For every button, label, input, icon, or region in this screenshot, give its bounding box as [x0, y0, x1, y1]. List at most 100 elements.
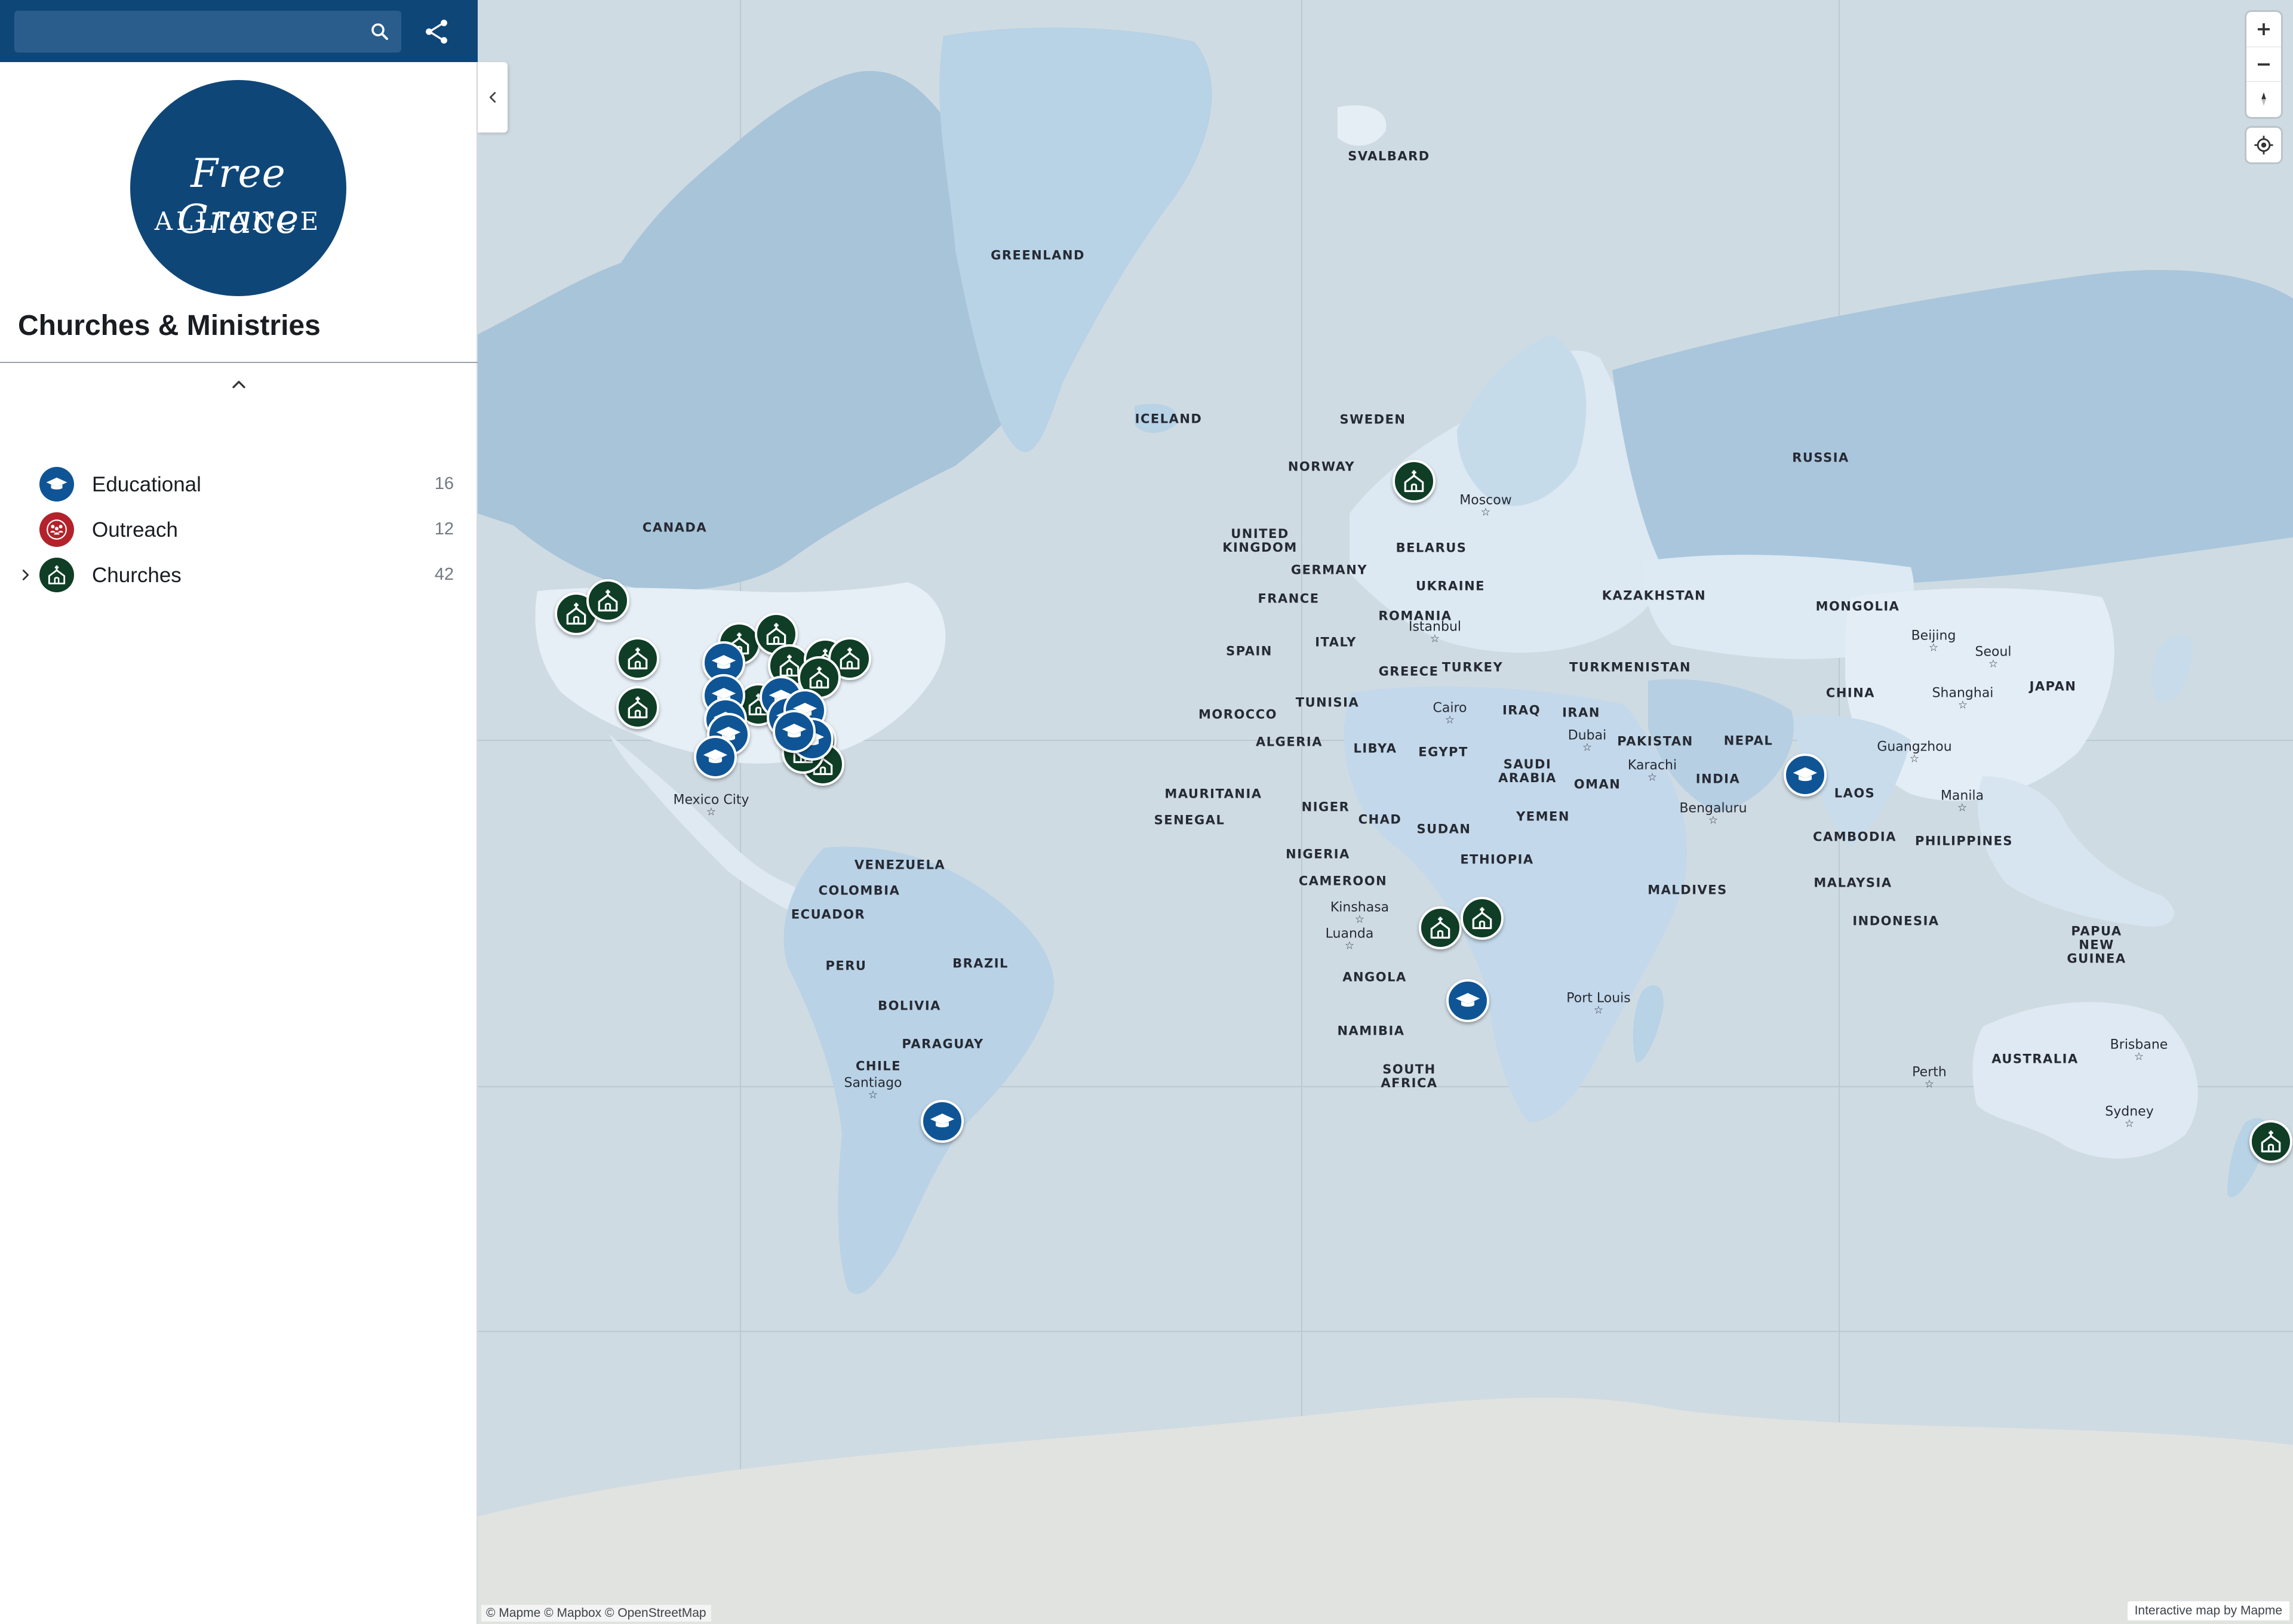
sidebar-panel: Free Grace ALLIANCE Churches & Ministrie… [0, 62, 478, 1624]
church-marker[interactable] [1393, 460, 1436, 503]
city-label: Karachi ☆ [1628, 758, 1677, 783]
country-label: MOROCCO [1198, 707, 1277, 722]
country-label: CAMBODIA [1813, 829, 1897, 844]
country-label: NORWAY [1287, 459, 1355, 474]
country-label: AUSTRALIA [1991, 1051, 2079, 1066]
sidebar-title: Churches & Ministries [18, 310, 321, 342]
capital-star-icon: ☆ [1647, 771, 1658, 784]
church-marker[interactable] [586, 579, 629, 622]
country-label: SAUDI ARABIA [1498, 757, 1557, 785]
capital-star-icon: ☆ [1593, 1004, 1604, 1017]
educational-marker[interactable] [921, 1100, 964, 1143]
locate-me-button[interactable] [2246, 128, 2281, 162]
country-label: MAURITANIA [1164, 786, 1262, 801]
people-group-icon [39, 512, 74, 547]
country-label: PAPUA NEW GUINEA [2067, 924, 2126, 966]
compass-icon [2261, 92, 2266, 106]
church-marker[interactable] [616, 686, 659, 729]
city-label: Shanghai ☆ [1932, 686, 1994, 711]
church-marker[interactable] [1419, 906, 1462, 949]
city-label: Dubai ☆ [1568, 728, 1606, 753]
country-label: KAZAKHSTAN [1602, 588, 1707, 603]
capital-star-icon: ☆ [1430, 632, 1440, 645]
capital-star-icon: ☆ [1344, 939, 1355, 952]
map-attribution[interactable]: © Mapme © Mapbox © OpenStreetMap [481, 1605, 711, 1622]
educational-marker[interactable] [1784, 753, 1827, 796]
country-label: OMAN [1573, 777, 1621, 792]
capital-star-icon: ☆ [868, 1088, 878, 1102]
zoom-out-button[interactable] [2246, 47, 2281, 82]
country-label: CHILE [855, 1059, 902, 1074]
city-label: Beijing ☆ [1911, 629, 1956, 654]
zoom-in-button[interactable] [2246, 12, 2281, 47]
search-input[interactable] [26, 11, 363, 54]
country-label: CANADA [642, 520, 708, 535]
capital-star-icon: ☆ [1909, 752, 1920, 765]
crosshair-icon [2254, 136, 2273, 155]
country-label: GREECE [1378, 664, 1439, 679]
country-label: NIGER [1301, 799, 1350, 814]
country-label: SOUTH AFRICA [1381, 1062, 1438, 1090]
country-label: SENEGAL [1154, 813, 1225, 828]
country-label: MALAYSIA [1814, 875, 1892, 890]
country-label: ANGOLA [1342, 970, 1407, 985]
educational-marker[interactable] [694, 736, 737, 779]
country-label: GREENLAND [991, 248, 1085, 263]
divider [0, 362, 478, 363]
city-label: Moscow ☆ [1459, 493, 1511, 518]
country-label: CAMEROON [1298, 873, 1388, 888]
zoom-controls [2246, 12, 2281, 117]
country-label: SVALBARD [1348, 149, 1430, 164]
collapse-sidebar-button[interactable] [478, 62, 508, 133]
category-label: Outreach [92, 518, 178, 542]
educational-marker[interactable] [1446, 979, 1489, 1022]
category-row-churches[interactable]: Churches 42 [0, 553, 478, 598]
country-label: CHAD [1358, 812, 1402, 827]
chevron-right-icon[interactable] [17, 566, 35, 584]
reset-north-button[interactable] [2246, 81, 2281, 116]
country-label: CHINA [1825, 685, 1876, 700]
category-count: 42 [434, 565, 454, 584]
world-map[interactable]: GREENLAND SVALBARD ICELAND SWEDEN NORWAY RUSS… [478, 0, 2293, 1624]
category-row-educational[interactable]: Educational 16 [0, 462, 478, 508]
country-label: UNITED KINGDOM [1222, 527, 1298, 555]
country-label: INDONESIA [1852, 914, 1939, 928]
country-label: RUSSIA [1792, 450, 1849, 465]
capital-star-icon: ☆ [1480, 506, 1491, 519]
country-label: JAPAN [2029, 679, 2077, 694]
logo-line-2: ALLIANCE [154, 207, 322, 236]
capital-star-icon: ☆ [2124, 1117, 2135, 1130]
city-label: Bengaluru ☆ [1679, 801, 1747, 826]
plus-icon [2258, 23, 2270, 35]
country-label: COLOMBIA [818, 883, 900, 898]
country-label: TURKMENISTAN [1569, 660, 1692, 675]
search-box[interactable] [14, 11, 401, 54]
chevron-up-icon[interactable] [228, 374, 250, 395]
country-label: ALGERIA [1256, 734, 1323, 749]
category-row-outreach[interactable]: Outreach 12 [0, 508, 478, 553]
category-count: 16 [434, 474, 454, 493]
mapme-credit[interactable]: Interactive map by Mapme [2127, 1601, 2289, 1620]
country-label: LIBYA [1353, 741, 1397, 756]
category-label: Churches [92, 564, 182, 587]
share-icon[interactable] [422, 17, 451, 47]
capital-star-icon: ☆ [1708, 814, 1719, 827]
educational-marker[interactable] [773, 710, 816, 753]
country-label: PHILIPPINES [1914, 833, 2014, 848]
country-label: IRAQ [1502, 703, 1541, 718]
capital-star-icon: ☆ [1582, 741, 1593, 754]
church-marker[interactable] [1461, 897, 1504, 940]
city-label: Port Louis ☆ [1566, 991, 1630, 1016]
category-count: 12 [434, 519, 454, 539]
city-label: Luanda ☆ [1326, 927, 1374, 952]
country-label: LAOS [1834, 786, 1876, 801]
country-label: GERMANY [1290, 562, 1368, 577]
city-label: Sydney ☆ [2105, 1105, 2153, 1130]
church-marker[interactable] [2249, 1120, 2292, 1163]
church-marker[interactable] [616, 637, 659, 680]
capital-star-icon: ☆ [1957, 801, 1968, 814]
country-label: EGYPT [1418, 745, 1468, 759]
search-icon[interactable] [369, 21, 391, 42]
city-label: Seoul ☆ [1975, 645, 2011, 670]
country-label: PAKISTAN [1617, 734, 1693, 749]
